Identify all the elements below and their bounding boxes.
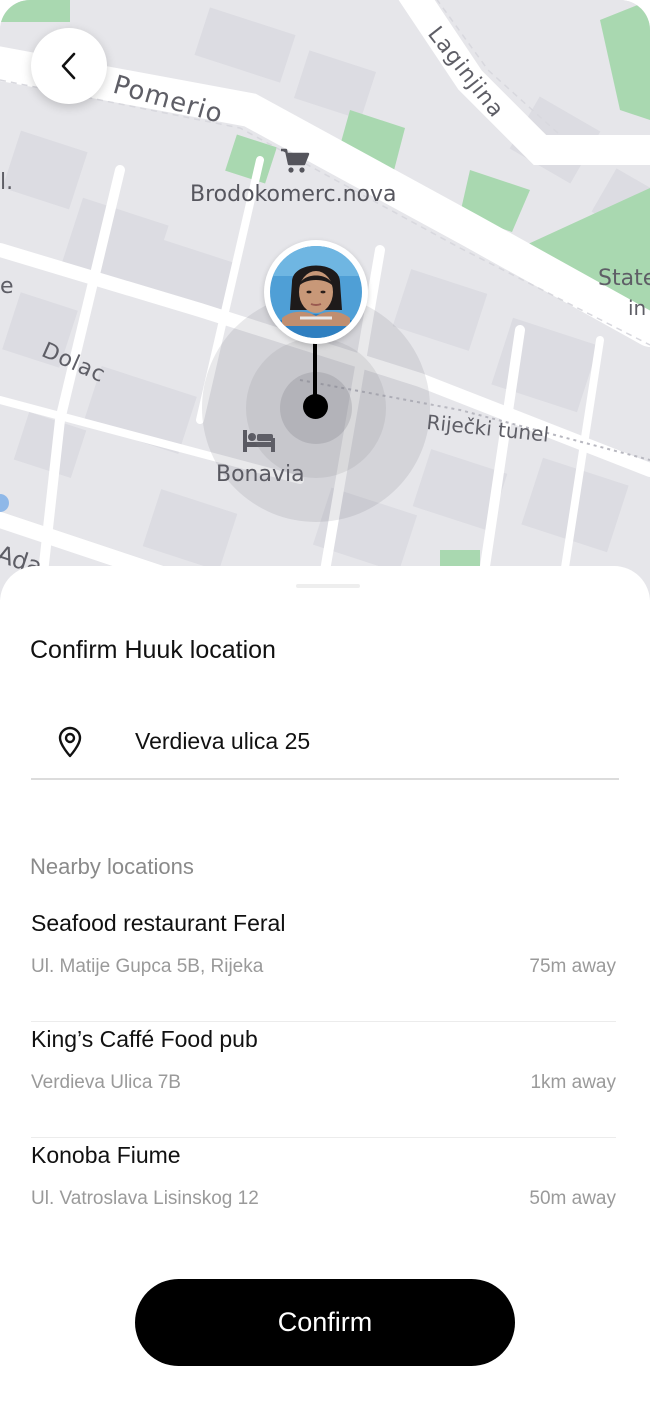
address-field[interactable]: Verdieva ulica 25	[31, 716, 619, 780]
list-item[interactable]: King’s Caffé Food pub Verdieva Ulica 7B …	[31, 1022, 616, 1138]
sheet-title: Confirm Huuk location	[30, 636, 276, 664]
map-label-brodokomerc[interactable]: Brodokomerc.nova	[190, 182, 396, 207]
map-label-state: State	[598, 266, 650, 291]
map-label-e: e	[0, 274, 14, 299]
location-distance: 75m away	[529, 956, 616, 977]
location-address: Ul. Matije Gupca 5B, Rijeka	[31, 956, 264, 977]
location-address: Verdieva Ulica 7B	[31, 1072, 181, 1093]
location-pin-dot[interactable]	[303, 394, 328, 419]
back-button[interactable]	[31, 28, 107, 104]
shopping-cart-icon	[281, 148, 310, 173]
confirm-button[interactable]: Confirm	[135, 1279, 515, 1366]
location-name: Seafood restaurant Feral	[31, 910, 286, 936]
nearby-locations-heading: Nearby locations	[30, 854, 194, 879]
address-value: Verdieva ulica 25	[135, 728, 311, 754]
map-view[interactable]: Pomerio Laginjina Brodokomerc.nova Dolac…	[0, 0, 650, 600]
location-address: Ul. Vatroslava Lisinskog 12	[31, 1188, 259, 1209]
map-label-l: l.	[0, 170, 14, 195]
location-name: King’s Caffé Food pub	[31, 1026, 258, 1052]
chevron-left-icon	[61, 52, 76, 80]
nearby-locations-list: Seafood restaurant Feral Ul. Matije Gupc…	[31, 906, 616, 1254]
map-label-in: in	[628, 296, 647, 320]
user-avatar[interactable]	[264, 240, 368, 344]
list-item[interactable]: Seafood restaurant Feral Ul. Matije Gupc…	[31, 906, 616, 1022]
location-name: Konoba Fiume	[31, 1142, 181, 1168]
avatar-photo	[270, 246, 362, 338]
sheet-drag-handle[interactable]	[296, 584, 360, 588]
location-pin-icon	[58, 726, 82, 758]
location-bottom-sheet: Confirm Huuk location Verdieva ulica 25 …	[0, 566, 650, 1408]
location-distance: 1km away	[530, 1072, 616, 1093]
list-item[interactable]: Konoba Fiume Ul. Vatroslava Lisinskog 12…	[31, 1138, 616, 1254]
location-distance: 50m away	[529, 1188, 616, 1209]
